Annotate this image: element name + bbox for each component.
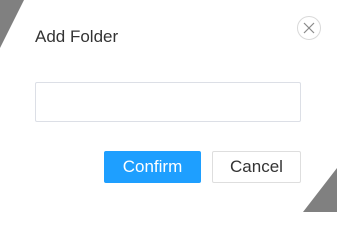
confirm-button[interactable]: Confirm — [104, 151, 201, 183]
dialog-title: Add Folder — [35, 27, 119, 46]
add-folder-dialog: Add Folder Confirm Cancel — [0, 0, 337, 212]
cancel-button[interactable]: Cancel — [212, 151, 301, 183]
close-icon — [303, 22, 315, 34]
page-stage: Add Folder Confirm Cancel — [0, 0, 337, 212]
close-button[interactable] — [297, 16, 321, 40]
folder-name-input[interactable] — [35, 82, 301, 122]
